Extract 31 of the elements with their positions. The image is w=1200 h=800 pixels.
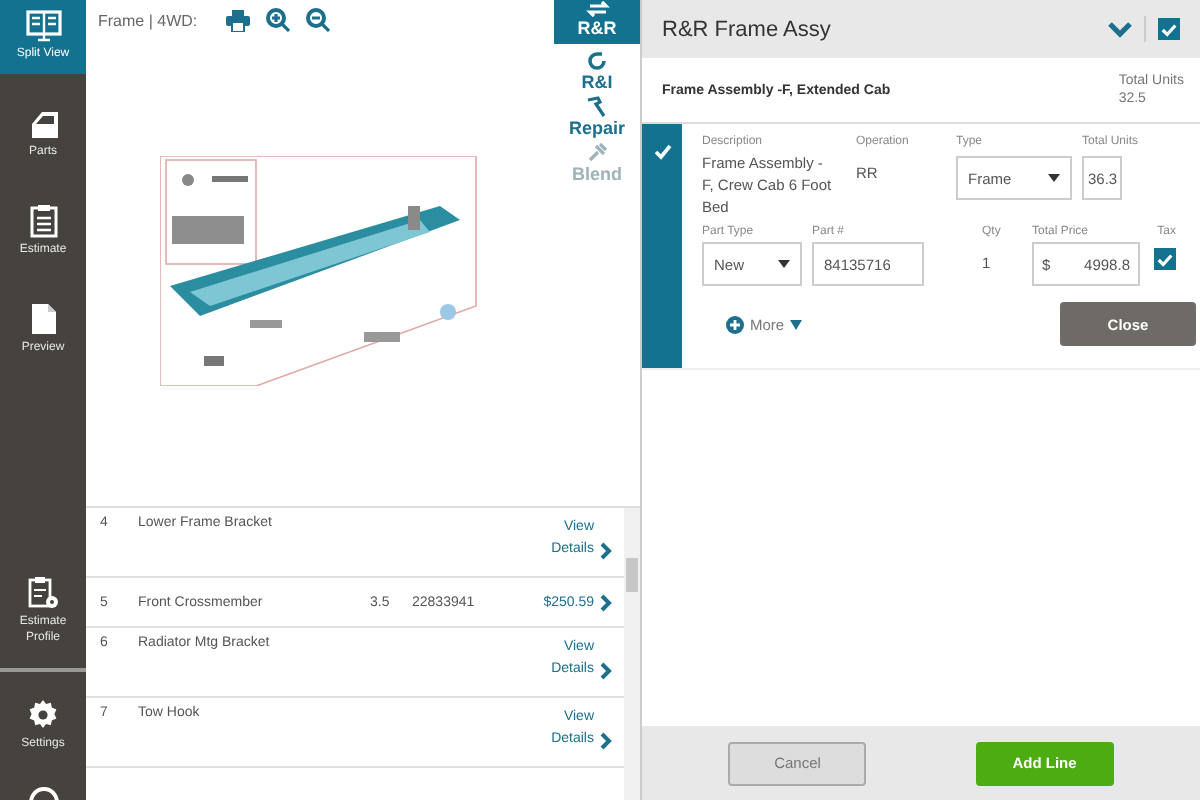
checkbox[interactable] [1158, 18, 1180, 40]
clipboard-icon [29, 204, 57, 238]
operation-tab[interactable]: R&R [554, 0, 640, 44]
spray-icon [586, 142, 608, 164]
operation-tab[interactable]: R&I [554, 50, 640, 96]
pdf-document-icon [29, 302, 57, 336]
zoom-out-icon[interactable] [305, 8, 330, 32]
print-icon[interactable] [225, 9, 250, 31]
chevron-down-icon[interactable] [1108, 21, 1132, 37]
caret-icon [1048, 174, 1060, 182]
plus-icon [726, 315, 744, 333]
chevron-right-icon[interactable] [600, 542, 612, 560]
tax-checkbox[interactable] [1154, 248, 1176, 270]
chevron-right-icon[interactable] [600, 593, 612, 611]
caret-icon [778, 260, 790, 268]
chevron-right-icon[interactable] [600, 662, 612, 680]
swap-icon [585, 0, 609, 18]
panel-title: R&R Frame Assy [662, 17, 833, 41]
caret-icon [790, 319, 803, 329]
refresh-icon [586, 50, 608, 72]
zoom-in-icon[interactable] [265, 8, 290, 32]
operation-tab[interactable]: Repair [554, 96, 640, 142]
chevron-right-icon[interactable] [600, 732, 612, 750]
car-door-icon [27, 108, 59, 140]
monitor-icon [25, 10, 61, 42]
breadcrumb: Frame | 4WD: [98, 11, 198, 29]
settings-icon [26, 698, 60, 732]
check-icon [653, 144, 671, 160]
hammer-icon [586, 96, 608, 118]
clipboard-gear-icon [27, 576, 59, 610]
scrollbar[interactable] [624, 508, 640, 800]
